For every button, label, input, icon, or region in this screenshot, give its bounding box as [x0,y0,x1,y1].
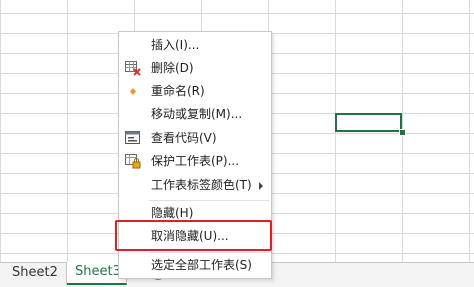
menu-item-label: 移动或复制(M)... [151,107,243,121]
chevron-right-icon [259,182,263,190]
menu-item-rename[interactable]: 重命名(R) [119,80,271,103]
view-code-icon [125,131,141,146]
menu-separator [149,200,269,201]
menu-item-label: 保护工作表(P)... [151,154,240,168]
sheet-tab-sheet2[interactable]: Sheet2 [4,263,67,285]
menu-separator [149,252,269,253]
delete-sheet-icon [125,61,141,76]
menu-item-label: 删除(D) [151,61,194,75]
diamond-bullet-icon [125,84,141,99]
highlight-annotation [115,220,272,251]
menu-item-label: 选定全部工作表(S) [151,258,252,272]
protect-sheet-icon [125,154,141,169]
menu-item-label: 查看代码(V) [151,131,217,145]
menu-item-delete[interactable]: 删除(D) [119,57,271,80]
active-cell-selection[interactable] [335,113,402,132]
menu-item-tab-color[interactable]: 工作表标签颜色(T) [119,174,271,197]
menu-item-label: 插入(I)... [151,38,200,52]
menu-item-select-all-sheets[interactable]: 选定全部工作表(S) [119,254,271,277]
menu-item-label: 重命名(R) [151,84,205,98]
fill-handle[interactable] [399,129,406,136]
menu-item-label: 工作表标签颜色(T) [151,178,252,192]
menu-item-insert[interactable]: 插入(I)... [119,34,271,57]
menu-item-view-code[interactable]: 查看代码(V) [119,127,271,150]
menu-item-protect-sheet[interactable]: 保护工作表(P)... [119,150,271,173]
menu-item-move-copy[interactable]: 移动或复制(M)... [119,103,271,126]
